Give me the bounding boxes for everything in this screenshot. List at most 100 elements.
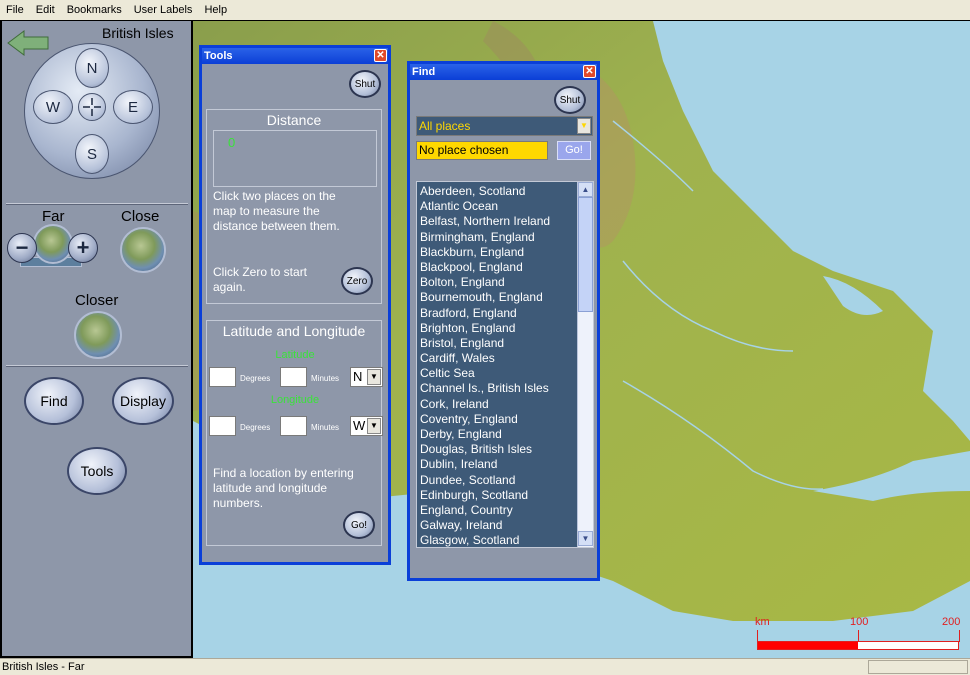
list-item[interactable]: Bolton, England	[417, 275, 577, 290]
chevron-down-icon[interactable]: ▼	[577, 118, 591, 134]
list-item[interactable]: Edinburgh, Scotland	[417, 488, 577, 503]
scale-tick	[959, 630, 960, 642]
scroll-up-icon[interactable]: ▲	[578, 182, 593, 197]
list-item[interactable]: Bradford, England	[417, 306, 577, 321]
place-list-scrollbar[interactable]: ▲ ▼	[577, 182, 593, 547]
close-icon[interactable]: ✕	[374, 49, 387, 62]
back-arrow-icon[interactable]	[6, 29, 50, 60]
close-zoom-button[interactable]	[120, 227, 166, 273]
crosshair-icon	[83, 98, 101, 116]
find-button[interactable]: Find	[24, 377, 84, 425]
list-item[interactable]: Cardiff, Wales	[417, 351, 577, 366]
longitude-minutes-input[interactable]	[280, 416, 307, 436]
tools-window-titlebar[interactable]: Tools ✕	[202, 48, 388, 64]
tools-button-label: Tools	[80, 463, 114, 479]
scale-unit: km	[755, 616, 770, 628]
tools-button[interactable]: Tools	[67, 447, 127, 495]
compass-pad: N S W E	[24, 43, 160, 179]
latitude-direction-select[interactable]: N ▼	[350, 367, 383, 387]
list-item[interactable]: Blackburn, England	[417, 245, 577, 260]
list-item[interactable]: Cork, Ireland	[417, 397, 577, 412]
list-item[interactable]: Bournemouth, England	[417, 290, 577, 305]
longitude-direction-select[interactable]: W ▼	[350, 416, 383, 436]
list-item[interactable]: Derby, England	[417, 427, 577, 442]
closer-zoom-button[interactable]	[74, 311, 122, 359]
minus-icon: −	[15, 235, 29, 260]
scroll-thumb[interactable]	[578, 197, 593, 312]
menu-help[interactable]: Help	[198, 1, 233, 19]
distance-value: 0	[228, 135, 236, 150]
latlong-instructions: Find a location by entering latitude and…	[213, 466, 354, 510]
longitude-direction-value: W	[353, 418, 366, 433]
list-item[interactable]: Dundee, Scotland	[417, 473, 577, 488]
compass-n-label: N	[86, 59, 98, 77]
list-item[interactable]: Brighton, England	[417, 321, 577, 336]
zero-button[interactable]: Zero	[341, 267, 373, 295]
list-item[interactable]: Blackpool, England	[417, 260, 577, 275]
chevron-down-icon[interactable]: ▼	[367, 418, 381, 434]
zoom-out-button[interactable]: −	[7, 233, 37, 263]
list-item[interactable]: Birmingham, England	[417, 230, 577, 245]
list-item[interactable]: Belfast, Northern Ireland	[417, 214, 577, 229]
plus-icon: +	[76, 235, 90, 260]
find-window-titlebar[interactable]: Find ✕	[410, 64, 597, 80]
pan-east-button[interactable]: E	[113, 90, 153, 124]
list-item[interactable]: England, Country	[417, 503, 577, 518]
place-filter-select[interactable]: All places ▼	[416, 116, 593, 136]
list-item[interactable]: Channel Is., British Isles	[417, 381, 577, 396]
display-button[interactable]: Display	[112, 377, 174, 425]
latitude-direction-value: N	[353, 369, 363, 384]
zoom-in-button[interactable]: +	[68, 233, 98, 263]
left-control-panel: British Isles N S W E Far Close − + Clos…	[0, 21, 193, 658]
longitude-label: Longitude	[270, 394, 320, 406]
panel-divider	[6, 365, 188, 367]
region-title: British Isles	[102, 25, 174, 41]
list-item[interactable]: Douglas, British Isles	[417, 442, 577, 457]
latitude-label: Latitude	[275, 349, 315, 361]
list-item[interactable]: Bristol, England	[417, 336, 577, 351]
find-shut-label: Shut	[559, 94, 581, 106]
longitude-degrees-input[interactable]	[209, 416, 236, 436]
pan-west-button[interactable]: W	[33, 90, 73, 124]
far-label: Far	[42, 208, 65, 225]
find-go-label: Go!	[565, 144, 583, 156]
panel-divider	[6, 203, 188, 205]
list-item[interactable]: Galway, Ireland	[417, 518, 577, 533]
tools-shut-label: Shut	[354, 78, 376, 90]
scale-bar-fill	[758, 642, 858, 649]
latitude-minutes-input[interactable]	[280, 367, 307, 387]
menu-file[interactable]: File	[0, 1, 30, 19]
center-map-button[interactable]	[78, 93, 106, 121]
latlong-section: Latitude and Longitude Latitude Degrees …	[206, 320, 383, 546]
tools-shut-button[interactable]: Shut	[349, 70, 381, 98]
close-icon[interactable]: ✕	[583, 65, 596, 78]
list-item[interactable]: Celtic Sea	[417, 366, 577, 381]
menu-bookmarks[interactable]: Bookmarks	[61, 1, 128, 19]
menu-edit[interactable]: Edit	[30, 1, 61, 19]
list-item[interactable]: Glasgow, Scotland	[417, 533, 577, 547]
list-item[interactable]: Aberdeen, Scotland	[417, 184, 577, 199]
distance-instructions: Click two places on the map to measure t…	[213, 189, 340, 233]
menu-user-labels[interactable]: User Labels	[128, 1, 199, 19]
status-bar: British Isles - Far	[0, 658, 970, 675]
chevron-down-icon[interactable]: ▼	[367, 369, 381, 385]
place-list[interactable]: Aberdeen, Scotland Atlantic Ocean Belfast,…	[416, 181, 594, 548]
pan-north-button[interactable]: N	[75, 48, 109, 88]
list-item[interactable]: Atlantic Ocean	[417, 199, 577, 214]
place-search-field[interactable]: No place chosen	[416, 141, 548, 160]
zero-hint: Click Zero to start again.	[213, 265, 308, 294]
distance-title: Distance	[266, 112, 322, 128]
degrees-label: Degrees	[240, 423, 271, 432]
latlong-go-button[interactable]: Go!	[343, 511, 375, 539]
scale-mid: 100	[850, 616, 869, 628]
latlong-title: Latitude and Longitude	[222, 323, 366, 339]
degrees-label: Degrees	[240, 374, 271, 383]
find-go-button[interactable]: Go!	[557, 141, 591, 160]
list-item[interactable]: Dublin, Ireland	[417, 457, 577, 472]
latitude-degrees-input[interactable]	[209, 367, 236, 387]
find-shut-button[interactable]: Shut	[554, 86, 586, 114]
minutes-label: Minutes	[311, 374, 340, 383]
scroll-down-icon[interactable]: ▼	[578, 531, 593, 546]
list-item[interactable]: Coventry, England	[417, 412, 577, 427]
pan-south-button[interactable]: S	[75, 134, 109, 174]
